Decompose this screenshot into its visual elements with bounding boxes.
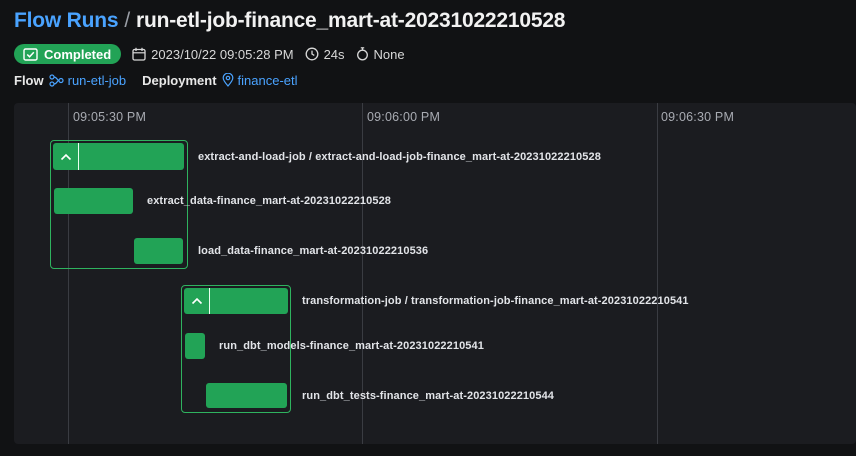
collapse-button[interactable] [53, 143, 79, 170]
time-tick-label: 09:05:30 PM [73, 110, 147, 124]
tags-value: None [373, 46, 405, 62]
check-square-icon [23, 47, 38, 61]
task-bar-load-data[interactable] [134, 238, 183, 264]
flow-icon [49, 73, 64, 87]
chevron-up-icon [60, 153, 71, 160]
breadcrumb-flow-runs-link[interactable]: Flow Runs [14, 9, 119, 32]
task-bar-run-dbt-tests[interactable] [206, 383, 287, 408]
flow-run-meta: Completed 2023/10/22 09:05:28 PM 24s Non… [14, 44, 405, 64]
run-label: extract_data-finance_mart-at-20231022210… [147, 195, 392, 207]
deployment-link[interactable]: finance-etl [222, 73, 298, 88]
start-time: 2023/10/22 09:05:28 PM [132, 46, 294, 62]
flow-label: Flow [14, 72, 44, 88]
time-tick-label: 09:06:00 PM [367, 110, 441, 124]
subflow-bar-transformation[interactable] [184, 288, 288, 314]
run-label: transformation-job / transformation-job-… [302, 295, 689, 307]
clock-icon [305, 47, 319, 61]
flow-name: run-etl-job [67, 72, 127, 88]
run-label: run_dbt_models-finance_mart-at-202310222… [219, 340, 484, 352]
task-bar-run-dbt-models[interactable] [185, 333, 205, 359]
run-label: run_dbt_tests-finance_mart-at-2023102221… [302, 390, 555, 402]
chevron-up-icon [191, 297, 202, 305]
page-title: Flow Runs / run-etl-job-finance_mart-at-20… [14, 9, 565, 33]
status-label: Completed [44, 46, 112, 62]
flow-run-name: run-etl-job-finance_mart-at-202310222105… [136, 9, 566, 32]
time-gridline [657, 103, 658, 444]
deployment-label: Deployment [142, 72, 217, 88]
run-timeline[interactable]: 09:05:30 PM 09:06:00 PM 09:06:30 PM extr… [14, 103, 856, 444]
tags: None [356, 47, 405, 62]
status-badge: Completed [14, 44, 122, 64]
task-bar-extract-data[interactable] [54, 188, 133, 214]
time-tick-label: 09:06:30 PM [661, 110, 735, 124]
collapse-button[interactable] [184, 288, 210, 314]
duration-value: 24s [323, 46, 345, 62]
calendar-icon [132, 47, 146, 61]
breadcrumb-separator: / [124, 9, 130, 32]
flow-link[interactable]: run-etl-job [49, 72, 127, 88]
deployment-name: finance-etl [237, 72, 298, 88]
stopwatch-icon [356, 47, 368, 61]
map-pin-icon [222, 73, 233, 87]
run-label: extract-and-load-job / extract-and-load-… [198, 151, 601, 163]
duration: 24s [305, 47, 345, 62]
subflow-bar-extract-and-load[interactable] [53, 143, 184, 170]
run-label: load_data-finance_mart-at-20231022210536 [198, 245, 429, 257]
start-time-value: 2023/10/22 09:05:28 PM [151, 46, 294, 62]
flow-deployment-row: Flow run-etl-job Deployment finance-etl [14, 71, 298, 89]
